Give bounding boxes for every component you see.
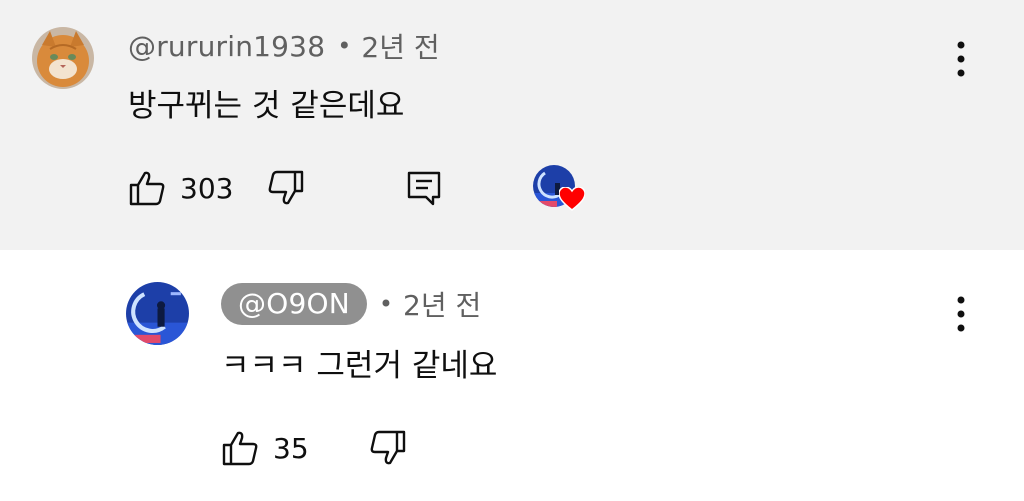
timestamp[interactable]: 2년 전 (403, 284, 481, 324)
author-name-chip[interactable]: @O9ON (221, 283, 367, 325)
author-name[interactable]: @rururin1938 (128, 30, 325, 63)
more-options-button[interactable] (946, 292, 976, 336)
more-vert-icon (957, 41, 965, 77)
like-icon (222, 431, 258, 466)
comment-header: @rururin1938 • 2년 전 (128, 25, 440, 67)
like-button[interactable] (221, 429, 259, 467)
avatar[interactable] (126, 282, 189, 345)
dislike-icon (370, 430, 405, 465)
cat-avatar-icon (32, 27, 94, 89)
comment-thread: @rururin1938 • 2년 전 방구뀌는 것 같은데요 303 (0, 0, 1024, 250)
heart-icon (559, 187, 585, 211)
timestamp[interactable]: 2년 전 (361, 26, 439, 66)
more-options-button[interactable] (946, 37, 976, 81)
dislike-button[interactable] (267, 169, 305, 207)
separator-dot: • (378, 290, 393, 318)
dislike-icon (269, 170, 304, 205)
comment-actions: 303 (128, 168, 443, 208)
like-count: 303 (180, 171, 234, 205)
like-icon (129, 171, 165, 206)
separator-dot: • (337, 32, 352, 60)
more-vert-icon (957, 296, 965, 332)
creator-heart-badge (533, 165, 589, 221)
like-button[interactable] (128, 169, 166, 207)
comment-header: @O9ON • 2년 전 (221, 283, 481, 325)
like-count: 35 (273, 431, 309, 465)
comment-text: 방구뀌는 것 같은데요 (128, 88, 405, 124)
comment-actions: 35 (221, 428, 407, 468)
reply-comment: @O9ON • 2년 전 ㅋㅋㅋ 그런거 같네요 35 (0, 250, 1024, 501)
avatar[interactable] (32, 27, 94, 89)
blue-stage-avatar-icon (126, 282, 189, 345)
reply-button[interactable] (405, 169, 443, 207)
dislike-button[interactable] (369, 429, 407, 467)
comment-text: ㅋㅋㅋ 그런거 같네요 (221, 348, 498, 384)
reply-icon (408, 171, 441, 206)
